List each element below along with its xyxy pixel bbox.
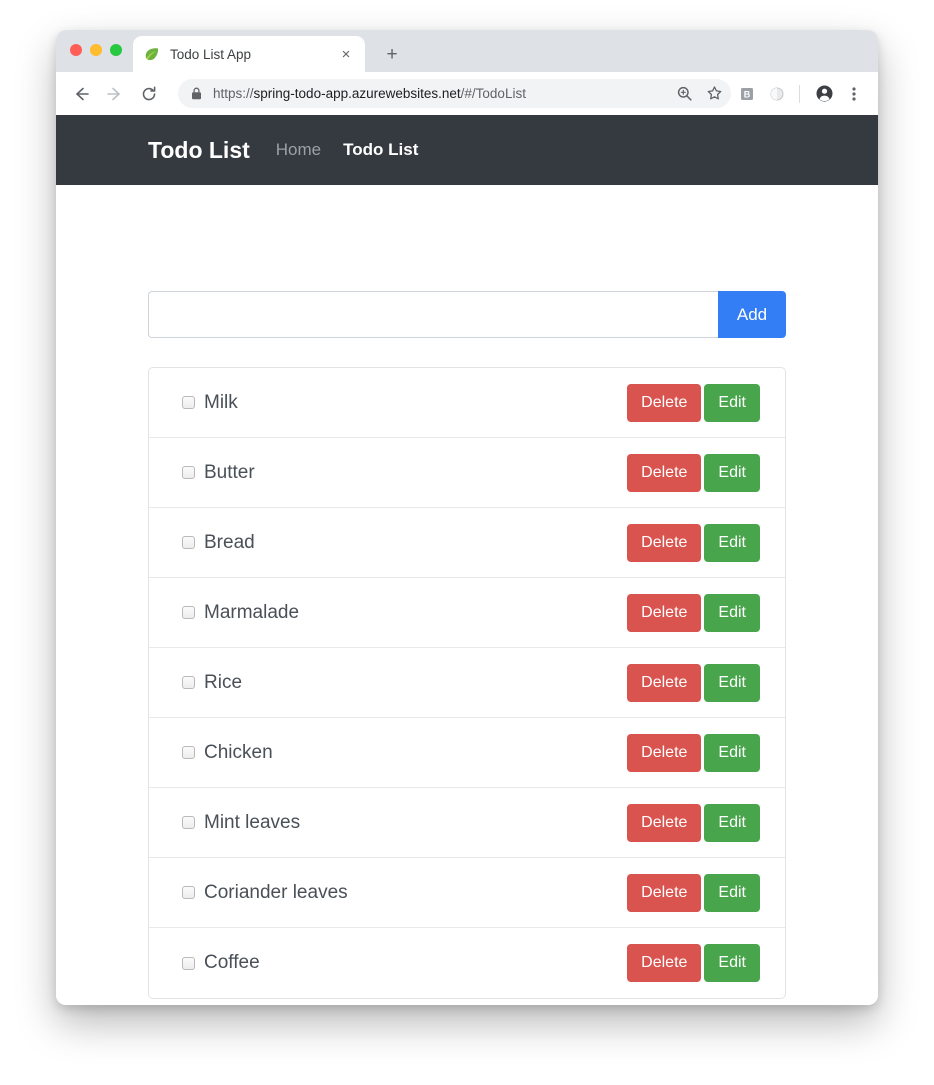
edit-button[interactable]: Edit (704, 383, 760, 422)
svg-text:B: B (744, 89, 751, 99)
bitwarden-extension-icon[interactable]: B (733, 80, 761, 108)
tab-title: Todo List App (170, 46, 252, 62)
row-actions: Delete Edit (627, 523, 760, 562)
address-bar[interactable]: https://spring-todo-app.azurewebsites.ne… (178, 79, 695, 108)
todo-item-label: Bread (204, 531, 255, 553)
row-actions: Delete Edit (627, 453, 760, 492)
todo-item: Mint leaves Delete Edit (149, 788, 785, 858)
navbar-brand[interactable]: Todo List (148, 137, 250, 164)
page-viewport: Todo List Home Todo List Add Milk Delete E… (56, 115, 878, 1005)
reload-icon[interactable] (134, 79, 164, 109)
extension-circle-icon[interactable] (763, 80, 791, 108)
edit-button[interactable]: Edit (704, 944, 760, 982)
todo-item-label: Mint leaves (204, 811, 301, 833)
todo-item: Milk Delete Edit (149, 368, 785, 438)
row-actions: Delete Edit (627, 593, 760, 632)
tab-strip: Todo List App × + (56, 30, 878, 72)
todo-checkbox[interactable] (182, 606, 195, 619)
bookmark-star-icon[interactable] (700, 80, 728, 108)
delete-button[interactable]: Delete (627, 383, 702, 422)
profile-avatar-icon[interactable] (810, 80, 838, 108)
maximize-window-button[interactable] (110, 44, 122, 56)
todo-item-label: Marmalade (204, 601, 300, 623)
todo-checkbox[interactable] (182, 676, 195, 689)
new-tab-icon[interactable]: + (378, 41, 406, 67)
row-actions: Delete Edit (627, 733, 760, 772)
close-icon[interactable]: × (337, 45, 355, 63)
todo-item: Coriander leaves Delete Edit (149, 858, 785, 928)
delete-button[interactable]: Delete (627, 453, 702, 492)
delete-button[interactable]: Delete (627, 803, 702, 842)
todo-item-label: Rice (204, 671, 243, 693)
todo-list: Milk Delete Edit Butter Delete Edit Bread Delet… (148, 367, 786, 999)
delete-button[interactable]: Delete (627, 944, 702, 982)
app-navbar: Todo List Home Todo List (56, 115, 878, 185)
edit-button[interactable]: Edit (704, 593, 760, 632)
minimize-window-button[interactable] (90, 44, 102, 56)
todo-item: Coffee Delete Edit (149, 928, 785, 998)
todo-checkbox[interactable] (182, 956, 195, 970)
toolbar-divider (799, 84, 800, 103)
todo-item: Chicken Delete Edit (149, 718, 785, 788)
todo-item: Rice Delete Edit (149, 648, 785, 718)
delete-button[interactable]: Delete (627, 523, 702, 562)
row-actions: Delete Edit (627, 944, 760, 982)
forward-arrow-icon (100, 79, 130, 109)
content-container: Add Milk Delete Edit Butter Delete Edit Bread D… (56, 185, 878, 999)
close-window-button[interactable] (70, 44, 82, 56)
edit-button[interactable]: Edit (704, 663, 760, 702)
lock-icon (191, 87, 202, 100)
url-text: https://spring-todo-app.azurewebsites.ne… (213, 86, 526, 101)
todo-checkbox[interactable] (182, 536, 195, 549)
nav-link-home[interactable]: Home (276, 140, 321, 160)
todo-input[interactable] (148, 291, 718, 338)
delete-button[interactable]: Delete (627, 733, 702, 772)
add-todo-form: Add (148, 291, 786, 338)
browser-tab[interactable]: Todo List App × (133, 36, 365, 72)
todo-item-label: Chicken (204, 741, 273, 763)
browser-window: Todo List App × + https://spring-todo-ap… (56, 30, 878, 1005)
toolbar-icon-group: B (665, 79, 868, 108)
row-actions: Delete Edit (627, 663, 760, 702)
todo-checkbox[interactable] (182, 466, 195, 479)
omnibox-action-group (665, 79, 731, 108)
edit-button[interactable]: Edit (704, 453, 760, 492)
nav-link-todo-list[interactable]: Todo List (343, 140, 418, 160)
todo-checkbox[interactable] (182, 746, 195, 759)
edit-button[interactable]: Edit (704, 733, 760, 772)
todo-checkbox[interactable] (182, 886, 195, 899)
todo-item: Bread Delete Edit (149, 508, 785, 578)
todo-item-label: Milk (204, 391, 238, 413)
window-traffic-lights (70, 44, 122, 56)
todo-item: Butter Delete Edit (149, 438, 785, 508)
browser-toolbar: https://spring-todo-app.azurewebsites.ne… (56, 72, 878, 115)
three-dot-menu-icon[interactable] (840, 80, 868, 108)
todo-checkbox[interactable] (182, 816, 195, 829)
row-actions: Delete Edit (627, 803, 760, 842)
todo-item-label: Butter (204, 461, 255, 483)
row-actions: Delete Edit (627, 383, 760, 422)
zoom-in-icon[interactable] (670, 80, 698, 108)
todo-item: Marmalade Delete Edit (149, 578, 785, 648)
todo-checkbox[interactable] (182, 396, 195, 409)
delete-button[interactable]: Delete (627, 593, 702, 632)
edit-button[interactable]: Edit (704, 803, 760, 842)
delete-button[interactable]: Delete (627, 873, 702, 912)
add-button[interactable]: Add (718, 291, 786, 338)
delete-button[interactable]: Delete (627, 663, 702, 702)
back-arrow-icon[interactable] (66, 79, 96, 109)
edit-button[interactable]: Edit (704, 873, 760, 912)
edit-button[interactable]: Edit (704, 523, 760, 562)
todo-item-label: Coriander leaves (204, 881, 348, 903)
todo-item-label: Coffee (204, 952, 260, 973)
leaf-icon (143, 46, 160, 63)
row-actions: Delete Edit (627, 873, 760, 912)
